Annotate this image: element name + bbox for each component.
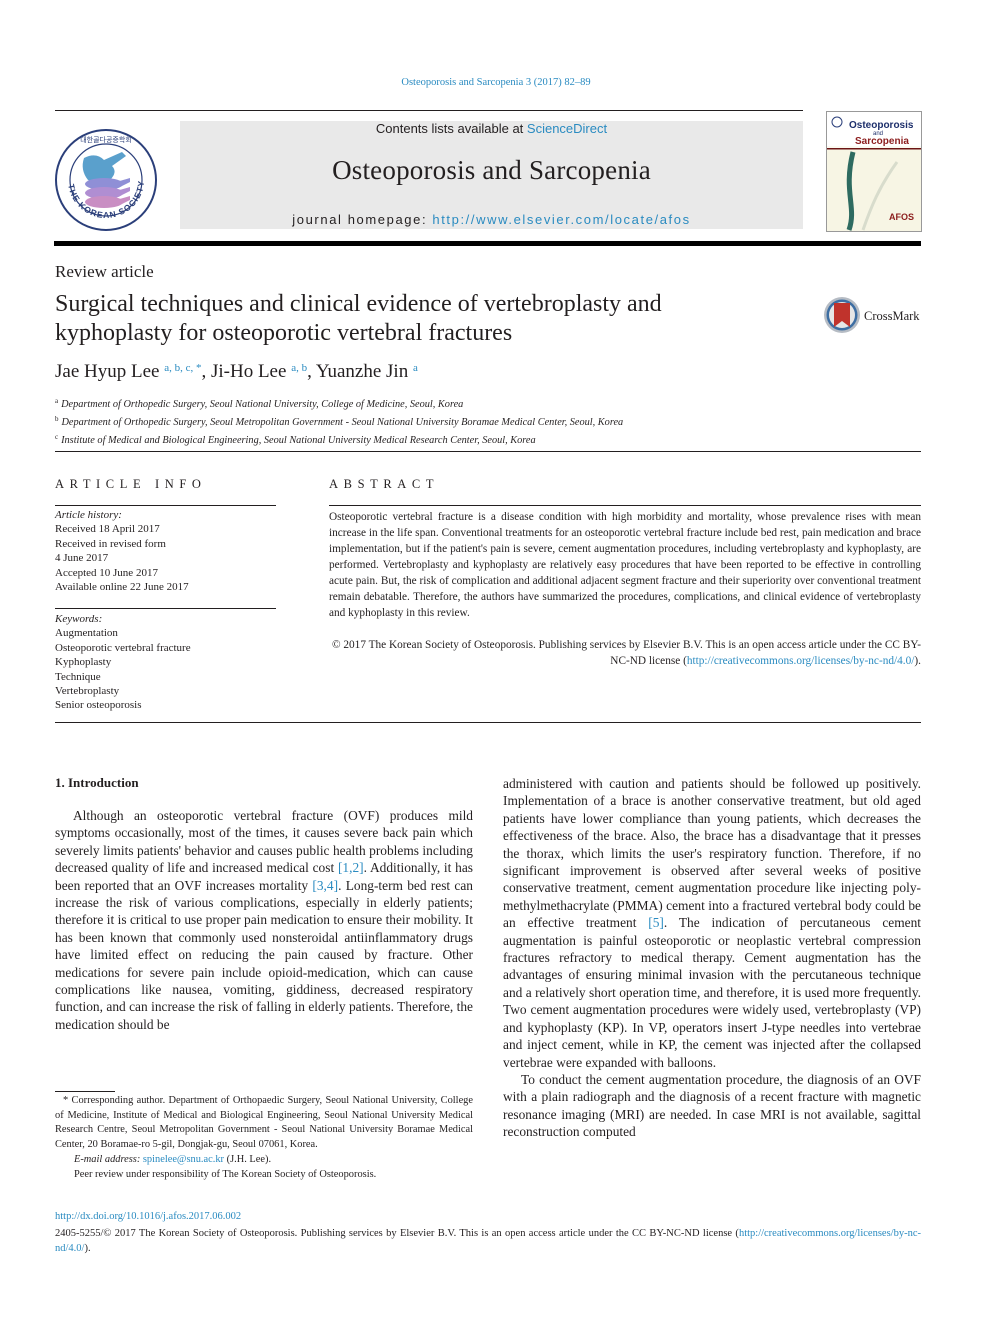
homepage-prefix: journal homepage: — [292, 212, 433, 227]
cover-title-line1: Osteoporosis — [849, 120, 914, 131]
running-head[interactable]: Osteoporosis and Sarcopenia 3 (2017) 82–… — [0, 77, 992, 88]
body-column-right: administered with caution and patients s… — [503, 775, 921, 1141]
abstract-heading: ABSTRACT — [329, 477, 440, 491]
article-info-heading: ARTICLE INFO — [55, 477, 207, 491]
divider — [55, 608, 276, 609]
history-item: Received in revised form — [55, 537, 166, 550]
abstract-copyright: © 2017 The Korean Society of Osteoporosi… — [331, 639, 921, 667]
footnote-rule — [55, 1091, 115, 1092]
crossmark-button[interactable]: CrossMark — [823, 295, 923, 337]
society-logo: THE KOREAN SOCIETY OF OSTEOPOROSIS 대한골다공… — [50, 120, 158, 232]
article-type: Review article — [55, 262, 154, 281]
contents-line: Contents lists available at ScienceDirec… — [180, 121, 803, 136]
history-item: 4 June 2017 — [55, 552, 109, 565]
doi-link[interactable]: http://dx.doi.org/10.1016/j.afos.2017.06… — [55, 1211, 241, 1222]
citation-link[interactable]: [1,2] — [338, 860, 364, 875]
keywords: Keywords: Augmentation Osteoporotic vert… — [55, 612, 191, 713]
author-list: Jae Hyup Lee a, b, c, *, Ji-Ho Lee a, b,… — [55, 361, 418, 382]
affiliation-item: c Institute of Medical and Biological Eng… — [55, 433, 536, 447]
contents-prefix: Contents lists available at — [375, 121, 527, 136]
cover-title-line3: Sarcopenia — [855, 136, 909, 147]
author-name[interactable]: Ji-Ho Lee — [211, 361, 286, 382]
masthead-thick-rule — [54, 241, 921, 246]
keyword-item[interactable]: Kyphoplasty — [55, 655, 191, 669]
author-affiliation-marks[interactable]: a — [413, 362, 418, 374]
history-item: Available online 22 June 2017 — [55, 581, 189, 594]
divider — [55, 722, 921, 723]
keyword-item[interactable]: Osteoporotic vertebral fracture — [55, 641, 191, 655]
journal-cover-thumbnail[interactable]: Osteoporosis and Sarcopenia AFOS — [826, 111, 922, 232]
sciencedirect-link[interactable]: ScienceDirect — [527, 121, 607, 136]
body-column-left: Although an osteoporotic vertebral fract… — [55, 807, 473, 1033]
paragraph: administered with caution and patients s… — [503, 776, 921, 1070]
keyword-item[interactable]: Senior osteoporosis — [55, 698, 191, 712]
page-license-footer: 2405-5255/© 2017 The Korean Society of O… — [55, 1228, 921, 1254]
citation-link[interactable]: [5] — [648, 915, 664, 930]
affiliations: a Department of Orthopedic Surgery, Seoul… — [55, 394, 623, 449]
crossmark-label: CrossMark — [864, 309, 920, 323]
author-name[interactable]: Yuanzhe Jin — [316, 361, 408, 382]
article-history-label: Article history: — [55, 509, 122, 521]
author-affiliation-marks[interactable]: a, b — [291, 362, 307, 374]
crossmark-icon: CrossMark — [824, 297, 920, 333]
korean-society-of-osteoporosis-logo-icon: THE KOREAN SOCIETY OF OSTEOPOROSIS 대한골다공… — [50, 120, 157, 231]
abstract-body: Osteoporotic vertebral fracture is a dis… — [329, 511, 921, 619]
history-item: Received 18 April 2017 — [55, 523, 160, 536]
journal-name: Osteoporosis and Sarcopenia — [332, 155, 651, 185]
email-note: E-mail address: spinelee@snu.ac.kr (J.H.… — [74, 1153, 272, 1165]
journal-homepage-link[interactable]: http://www.elsevier.com/locate/afos — [432, 212, 690, 227]
divider — [329, 505, 921, 506]
author-name[interactable]: Jae Hyup Lee — [55, 361, 159, 382]
article-history: Article history: Received 18 April 2017 … — [55, 508, 189, 594]
paragraph: Although an osteoporotic vertebral fract… — [55, 808, 473, 1032]
article-title: Surgical techniques and clinical evidenc… — [55, 291, 662, 346]
history-item: Accepted 10 June 2017 — [55, 566, 158, 579]
section-heading-introduction: 1. Introduction — [55, 775, 139, 790]
divider — [55, 505, 276, 506]
email-link[interactable]: spinelee@snu.ac.kr — [143, 1154, 224, 1165]
keyword-item[interactable]: Augmentation — [55, 626, 191, 640]
affiliation-item: b Department of Orthopedic Surgery, Seoul… — [55, 415, 624, 429]
peer-review-note: Peer review under responsibility of The … — [74, 1168, 377, 1180]
author-affiliation-marks[interactable]: a, b, c, * — [164, 362, 201, 374]
license-link[interactable]: http://creativecommons.org/licenses/by-n… — [687, 655, 915, 667]
affiliation-item: a Department of Orthopedic Surgery, Seoul… — [55, 397, 464, 410]
divider — [55, 451, 921, 452]
footnotes: * Corresponding author. Department of Or… — [55, 1094, 473, 1182]
citation-link[interactable]: [3,4] — [312, 878, 338, 893]
masthead-top-rule — [55, 110, 803, 111]
corresponding-author-note: * Corresponding author. Department of Or… — [55, 1095, 473, 1151]
keyword-item[interactable]: Vertebroplasty — [55, 684, 191, 698]
svg-text:대한골다공증학회: 대한골다공증학회 — [80, 135, 132, 144]
keyword-item[interactable]: Technique — [55, 670, 191, 684]
journal-cover-image-icon: Osteoporosis and Sarcopenia AFOS — [827, 112, 921, 231]
keywords-label: Keywords: — [55, 613, 103, 625]
cover-badge: AFOS — [889, 212, 914, 222]
paragraph: To conduct the cement augmentation proce… — [503, 1071, 921, 1140]
journal-homepage-line: journal homepage: http://www.elsevier.co… — [180, 212, 803, 227]
